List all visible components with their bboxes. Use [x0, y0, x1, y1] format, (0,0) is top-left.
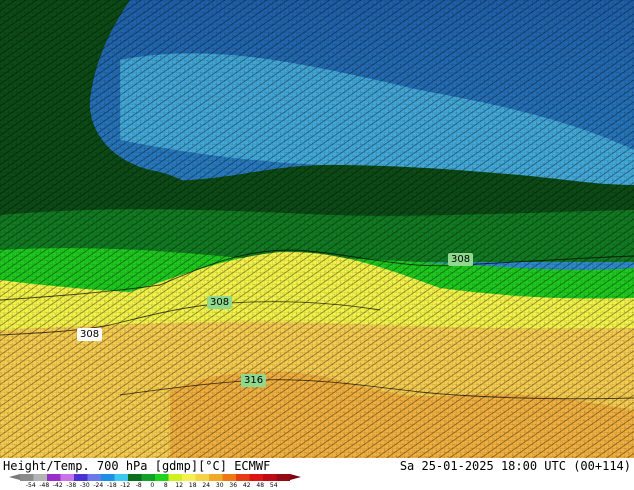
colorbar-tick-label: -48 — [39, 482, 50, 489]
colorbar-arrow-left — [9, 474, 20, 480]
contour-label-308-center: 308 — [207, 296, 233, 309]
colorbar-tick-label: -24 — [93, 482, 104, 489]
wind-barb-overlay — [0, 0, 634, 458]
colorbar-tick-labels: -54 -48 -42 -38 -30 -24 -18 -12 -8 0 8 12 18 24 30 36 42… — [20, 482, 300, 490]
colorbar-segment — [195, 474, 210, 481]
contour-label-308-west: 308 — [77, 328, 103, 341]
colorbar-tick-label: 30 — [215, 482, 224, 489]
colorbar-segment — [101, 474, 115, 481]
colorbar-segment — [236, 474, 250, 481]
colorbar-segment — [249, 474, 264, 481]
map-canvas: 308 308 308 316 — [0, 0, 634, 458]
colorbar-tick-label: -54 — [25, 482, 36, 489]
colorbar-arrow-right — [290, 474, 301, 480]
colorbar-tick-label: 0 — [150, 482, 155, 489]
colorbar-segment — [87, 474, 102, 481]
colorbar-segment — [20, 474, 34, 481]
colorbar-segment — [128, 474, 142, 481]
colorbar-tick-label: 18 — [188, 482, 197, 489]
valid-time-label: Sa 25-01-2025 18:00 UTC (00+114) — [399, 459, 631, 473]
contour-label-316: 316 — [241, 374, 267, 387]
colorbar-tick-label: 54 — [269, 482, 278, 489]
colorbar-tick-label: -18 — [106, 482, 117, 489]
colorbar-tick-label: 8 — [163, 482, 168, 489]
colorbar-tick-label: -8 — [135, 482, 142, 489]
contour-label-308-east: 308 — [448, 253, 474, 266]
colorbar-tick-label: -38 — [66, 482, 77, 489]
colorbar-segment — [141, 474, 156, 481]
colorbar-segment — [209, 474, 223, 481]
map-svg — [0, 0, 634, 458]
temperature-colorbar — [20, 474, 290, 481]
colorbar-segment — [263, 474, 277, 481]
colorbar-tick-label: 36 — [229, 482, 238, 489]
colorbar-segment — [47, 474, 61, 481]
colorbar-tick-label: 42 — [242, 482, 251, 489]
colorbar-tick-label: -42 — [52, 482, 63, 489]
colorbar-segment — [74, 474, 88, 481]
colorbar-segment — [114, 474, 129, 481]
colorbar-segment — [182, 474, 196, 481]
colorbar-tick-label: 24 — [202, 482, 211, 489]
weather-map-page: 308 308 308 316 Height/Temp. 700 hPa [gd… — [0, 0, 634, 490]
colorbar-segment — [276, 474, 290, 481]
colorbar-tick-label: 48 — [256, 482, 265, 489]
colorbar-segment — [60, 474, 75, 481]
map-title: Height/Temp. 700 hPa [gdmp][°C] ECMWF — [3, 459, 271, 473]
colorbar-tick-label: 12 — [175, 482, 184, 489]
colorbar-segment — [222, 474, 237, 481]
colorbar-segment — [33, 474, 48, 481]
colorbar-segment — [168, 474, 183, 481]
legend-bar: Height/Temp. 700 hPa [gdmp][°C] ECMWF Sa… — [0, 458, 634, 490]
colorbar-segment — [155, 474, 169, 481]
colorbar-tick-label: -30 — [79, 482, 90, 489]
colorbar-tick-label: -12 — [120, 482, 131, 489]
